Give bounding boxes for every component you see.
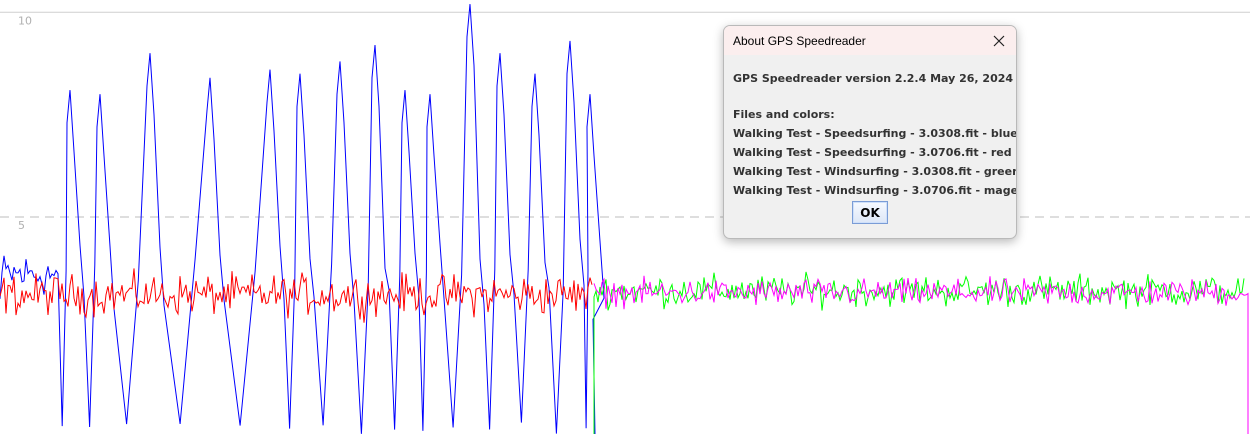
close-icon <box>993 35 1005 46</box>
green-series-line <box>593 271 1245 434</box>
version-text: GPS Speedreader version 2.2.4 May 26, 20… <box>733 72 1014 85</box>
series-lines <box>0 4 1249 434</box>
dialog-title: About GPS Speedreader <box>733 33 866 48</box>
y-axis-ticks: 10 5 <box>18 14 32 232</box>
red-series-line <box>0 268 593 323</box>
file-line: Walking Test - Speedsurfing - 3.0308.fit… <box>733 127 1017 140</box>
dialog-titlebar[interactable]: About GPS Speedreader <box>724 26 1016 55</box>
speed-chart: 10 5 <box>0 4 1250 434</box>
y-tick-label: 5 <box>18 219 25 232</box>
dialog-body: GPS Speedreader version 2.2.4 May 26, 20… <box>724 55 1016 224</box>
about-dialog: About GPS Speedreader GPS Speedreader ve… <box>723 25 1017 239</box>
blue-series-line <box>0 4 605 434</box>
file-line: Walking Test - Speedsurfing - 3.0706.fit… <box>733 146 1012 159</box>
ok-button[interactable]: OK <box>852 201 888 224</box>
file-line: Walking Test - Windsurfing - 3.0706.fit … <box>733 184 1017 197</box>
files-heading: Files and colors: <box>733 108 835 121</box>
file-line: Walking Test - Windsurfing - 3.0308.fit … <box>733 165 1017 178</box>
chart-grid <box>0 11 1250 218</box>
y-tick-label: 10 <box>18 14 32 27</box>
close-button[interactable] <box>982 26 1016 55</box>
